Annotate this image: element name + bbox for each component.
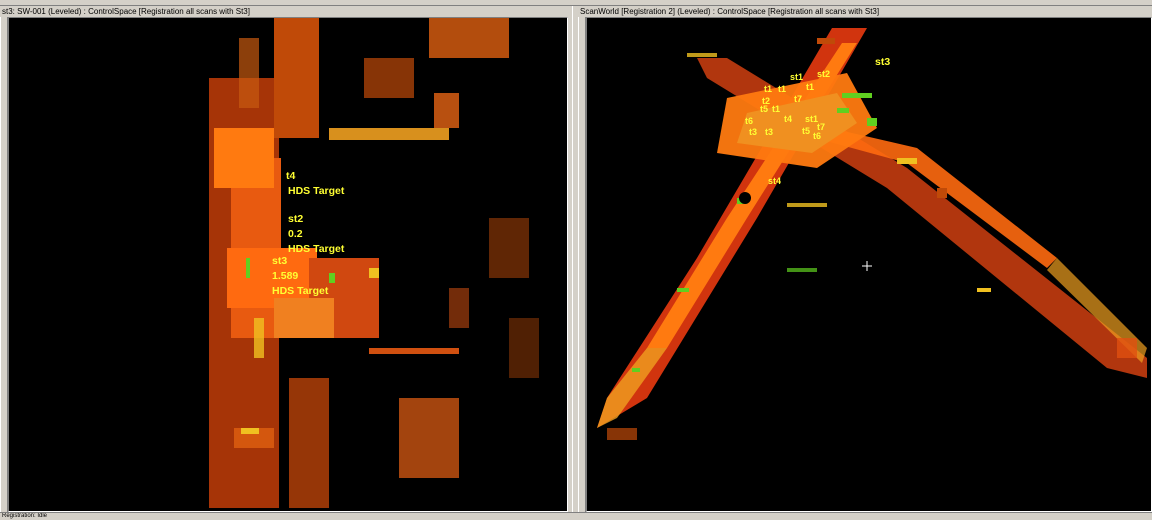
right-label-t7-a[interactable]: t7 [794, 94, 802, 104]
right-label-t1-d[interactable]: t1 [772, 104, 780, 114]
left-label-1-589[interactable]: 1.589 [272, 270, 298, 282]
left-view-scrollbar[interactable] [0, 17, 8, 512]
right-label-t1-b[interactable]: t1 [778, 84, 786, 94]
right-label-t1-c[interactable]: t1 [806, 82, 814, 92]
right-point-cloud[interactable]: st3 st2 st1 t1 t1 t1 t2 t7 t5 t4 t3 t3 s… [587, 18, 1151, 512]
right-view-scrollbar[interactable] [578, 17, 586, 512]
right-label-st2[interactable]: st2 [817, 69, 830, 79]
left-label-t4[interactable]: t4 [286, 170, 295, 182]
left-label-hds-target-1[interactable]: HDS Target [288, 185, 345, 197]
left-label-hds-target-2[interactable]: HDS Target [288, 243, 345, 255]
left-point-cloud-viewport[interactable]: t4 HDS Target st2 0.2 HDS Target st3 1.5… [8, 17, 568, 512]
right-label-t5-b[interactable]: t5 [802, 126, 810, 136]
right-label-t6-b[interactable]: t6 [745, 116, 753, 126]
left-view-title: st3: SW-001 (Leveled) : ControlSpace [Re… [2, 7, 250, 16]
left-label-0-2[interactable]: 0.2 [288, 228, 303, 240]
left-label-hds-target-3[interactable]: HDS Target [272, 285, 329, 297]
right-label-t3-a[interactable]: t3 [749, 127, 757, 137]
right-point-cloud-viewport[interactable]: st3 st2 st1 t1 t1 t1 t2 t7 t5 t4 t3 t3 s… [586, 17, 1152, 512]
right-view-title: ScanWorld [Registration 2] (Leveled) : C… [580, 7, 880, 16]
right-label-st1-a[interactable]: st1 [790, 72, 803, 82]
left-label-st2[interactable]: st2 [288, 213, 303, 225]
right-label-t6-a[interactable]: t6 [813, 131, 821, 141]
right-label-st3[interactable]: st3 [875, 56, 890, 68]
left-view-pane[interactable]: st3: SW-001 (Leveled) : ControlSpace [Re… [0, 6, 572, 512]
left-label-st3[interactable]: st3 [272, 255, 287, 267]
right-label-st4[interactable]: st4 [768, 176, 781, 186]
right-cloud-geometry [597, 28, 1147, 440]
left-cloud-geometry [209, 18, 539, 508]
right-label-t5-a[interactable]: t5 [760, 104, 768, 114]
right-label-t4[interactable]: t4 [784, 114, 792, 124]
right-view-pane[interactable]: ScanWorld [Registration 2] (Leveled) : C… [578, 6, 1152, 512]
right-label-t1-a[interactable]: t1 [764, 84, 772, 94]
left-point-cloud[interactable]: t4 HDS Target st2 0.2 HDS Target st3 1.5… [9, 18, 567, 512]
right-label-t3-b[interactable]: t3 [765, 127, 773, 137]
